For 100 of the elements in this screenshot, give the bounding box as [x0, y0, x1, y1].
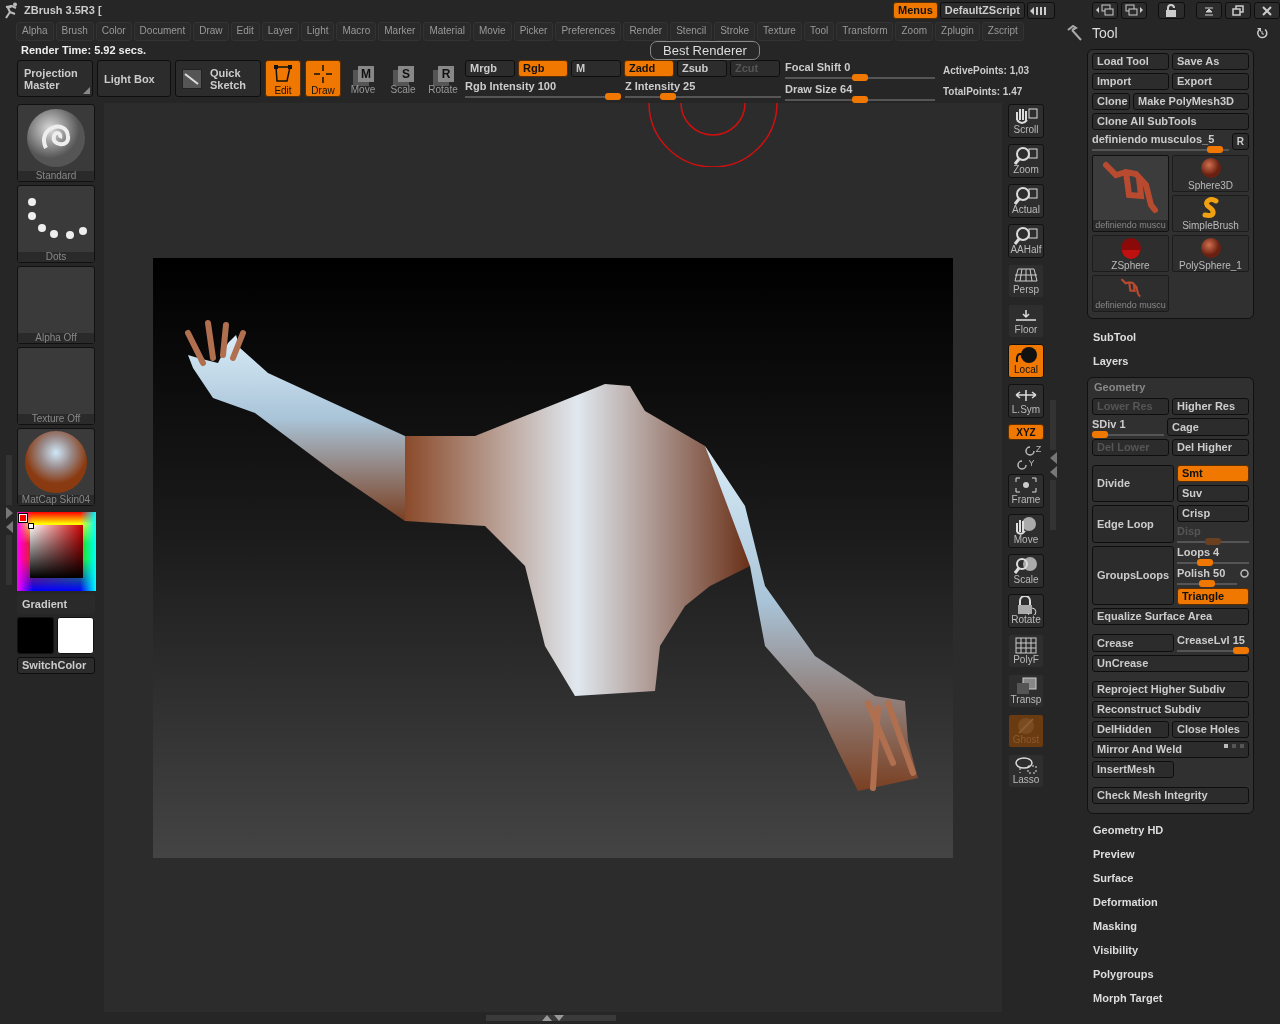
menu-item[interactable]: Color — [95, 22, 132, 41]
tool-thumbnail[interactable]: SimpleBrush — [1172, 195, 1249, 232]
panel-button[interactable]: Reconstruct Subdiv — [1092, 701, 1249, 718]
reset-button[interactable]: R — [1231, 133, 1249, 150]
menu-item[interactable]: Stencil — [670, 22, 713, 41]
panel-button[interactable]: Make PolyMesh3D — [1133, 93, 1249, 110]
shelf-button[interactable]: Move — [1008, 514, 1044, 548]
menu-item[interactable]: Picker — [513, 22, 554, 41]
gradient-button[interactable]: Gradient — [17, 594, 95, 614]
section-header[interactable]: SubTool — [1093, 325, 1280, 349]
toggle-button[interactable]: Smt — [1177, 465, 1249, 482]
menu-item[interactable]: Brush — [55, 22, 94, 41]
section-header[interactable]: Geometry HD — [1093, 818, 1280, 842]
color-swatch[interactable] — [17, 617, 54, 654]
window-left-button[interactable] — [1092, 2, 1119, 19]
shelf-button[interactable]: Zoom — [1008, 144, 1044, 178]
mode-button[interactable]: Draw — [305, 60, 341, 97]
menu-item[interactable]: Render — [623, 22, 669, 41]
circle-toggle-icon[interactable] — [1240, 569, 1249, 578]
slider[interactable]: SDiv 1 — [1092, 418, 1164, 436]
section-header[interactable]: Polygroups — [1093, 962, 1280, 986]
menu-item[interactable]: Texture — [757, 22, 802, 41]
section-header[interactable]: Masking — [1093, 914, 1280, 938]
shelf-button[interactable]: AAHalf — [1008, 224, 1044, 258]
panel-button[interactable]: Check Mesh Integrity — [1092, 787, 1249, 804]
menu-item[interactable]: Preferences — [555, 22, 622, 41]
section-header[interactable]: Surface — [1093, 866, 1280, 890]
mode-button[interactable]: Edit — [265, 60, 301, 97]
slider[interactable]: Z Intensity 25 — [625, 80, 781, 98]
shelf-button[interactable]: Persp — [1008, 264, 1044, 298]
slider[interactable]: CreaseLvl 15 — [1177, 634, 1249, 652]
section-header[interactable]: Morph Target — [1093, 986, 1280, 1010]
panel-button[interactable]: Save As — [1172, 53, 1249, 70]
panel-button[interactable]: Crease — [1092, 634, 1174, 652]
panel-button[interactable]: Clone All SubTools — [1092, 113, 1249, 130]
menu-button[interactable]: Menus — [892, 2, 938, 19]
tool-button[interactable]: Light Box — [97, 60, 171, 97]
shelf-button[interactable]: PolyF — [1008, 634, 1044, 668]
menu-item[interactable]: Edit — [230, 22, 260, 41]
tool-thumbnail[interactable]: definiendo muscu — [1092, 275, 1169, 312]
minimize-button[interactable] — [1195, 2, 1222, 19]
slider[interactable]: definiendo musculos_5 — [1092, 133, 1229, 151]
slider[interactable]: Rgb Intensity 100 — [465, 80, 621, 98]
shelf-tile[interactable]: Texture Off — [17, 347, 95, 425]
panel-button[interactable]: Cage — [1167, 418, 1249, 436]
rotate-axis-toggle[interactable]: Y — [1017, 457, 1035, 471]
menu-item[interactable]: Zscript — [981, 22, 1024, 41]
section-header[interactable]: Visibility — [1093, 938, 1280, 962]
shelf-button[interactable]: Local — [1008, 344, 1044, 378]
slider[interactable]: Loops 4 — [1177, 546, 1249, 564]
slider-thumb[interactable] — [1196, 559, 1213, 566]
menu-item[interactable]: Light — [300, 22, 335, 41]
menu-item[interactable]: Macro — [336, 22, 377, 41]
menu-item[interactable]: Material — [423, 22, 471, 41]
collapse-handle-icon[interactable] — [1048, 400, 1059, 530]
panel-button[interactable]: UnCrease — [1092, 655, 1249, 672]
collapse-handle-icon[interactable] — [4, 455, 14, 585]
shelf-button[interactable]: Actual — [1008, 184, 1044, 218]
slider-thumb[interactable] — [852, 74, 868, 81]
menu-item[interactable]: Zoom — [895, 22, 934, 41]
panel-button[interactable]: Divide — [1092, 465, 1174, 502]
close-button[interactable] — [1253, 2, 1280, 19]
slider-thumb[interactable] — [1199, 580, 1215, 587]
shelf-button[interactable]: Rotate — [1008, 594, 1044, 628]
menu-item[interactable]: Movie — [472, 22, 512, 41]
panel-button[interactable]: Mirror And Weld — [1092, 741, 1249, 758]
panel-button[interactable]: GroupsLoops — [1092, 546, 1174, 605]
shelf-button[interactable]: Scale — [1008, 554, 1044, 588]
tool-thumbnail[interactable]: Sphere3D — [1172, 155, 1249, 192]
shelf-button[interactable]: L.Sym — [1008, 384, 1044, 418]
mode-toggle[interactable]: Zadd — [624, 60, 674, 77]
shelf-button[interactable]: Frame — [1008, 474, 1044, 508]
slider-thumb[interactable] — [1233, 647, 1249, 654]
scroll-handle-icon[interactable] — [485, 1014, 616, 1022]
menu-item[interactable]: Alpha — [16, 22, 54, 41]
mode-toggle[interactable]: Zsub — [677, 60, 727, 77]
panel-button[interactable]: InsertMesh — [1092, 761, 1174, 778]
panel-button[interactable]: Reproject Higher Subdiv — [1092, 681, 1249, 698]
shelf-button[interactable]: Floor — [1008, 304, 1044, 338]
mode-button[interactable]: S Scale — [385, 60, 421, 97]
panel-button[interactable]: Load Tool — [1092, 53, 1169, 70]
panel-subtitle[interactable]: Geometry — [1094, 380, 1249, 394]
tool-thumbnail[interactable]: PolySphere_1 — [1172, 235, 1249, 272]
slider[interactable]: Polish 50 — [1177, 567, 1249, 585]
axis-toggle[interactable]: XYZ — [1008, 424, 1044, 440]
shelf-tile[interactable]: Dots — [17, 185, 95, 263]
shelf-button[interactable]: Scroll — [1008, 104, 1044, 138]
section-header[interactable]: Layers — [1093, 349, 1280, 373]
slider-thumb[interactable] — [660, 93, 676, 100]
section-header[interactable]: Deformation — [1093, 890, 1280, 914]
slider-thumb[interactable] — [1206, 146, 1223, 153]
mode-toggle[interactable]: Rgb — [518, 60, 568, 77]
menu-button[interactable]: DefaultZScript — [939, 2, 1025, 19]
menu-item[interactable]: Document — [133, 22, 192, 41]
lock-button[interactable] — [1158, 2, 1185, 19]
panel-button[interactable]: Export — [1172, 73, 1249, 90]
toggle-button[interactable]: Crisp — [1177, 505, 1249, 522]
panel-button[interactable]: Del Higher — [1172, 439, 1249, 456]
panel-button[interactable]: DelHidden — [1092, 721, 1169, 738]
menu-item[interactable]: Draw — [193, 22, 229, 41]
